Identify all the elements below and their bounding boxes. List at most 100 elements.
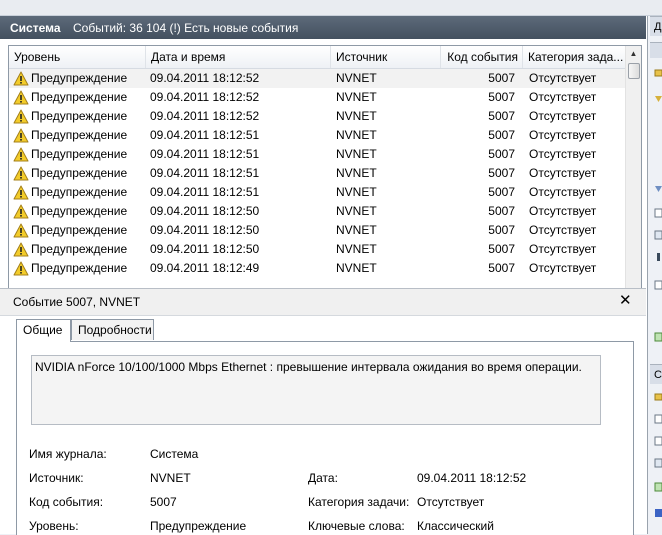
action-icon[interactable]: [654, 208, 662, 218]
row-category: Отсутствует: [529, 261, 597, 275]
row-date: 09.04.2011 18:12:51: [150, 128, 260, 142]
row-level: Предупреждение: [31, 223, 128, 237]
table-row[interactable]: Предупреждение 09.04.2011 18:12:52 NVNET 50…: [9, 69, 626, 88]
event-message-text: NVIDIA nForce 10/100/1000 Mbps Ethernet …: [35, 360, 582, 374]
event-list[interactable]: Уровень Дата и время Источник Код событи…: [8, 45, 642, 299]
row-source: NVNET: [336, 90, 377, 104]
row-event-id: 5007: [488, 90, 515, 104]
row-event-id: 5007: [488, 71, 515, 85]
table-row[interactable]: Предупреждение 09.04.2011 18:12:51 NVNET 50…: [9, 145, 626, 164]
event-list-scrollbar[interactable]: ▲ ▼: [625, 46, 641, 298]
row-date: 09.04.2011 18:12:50: [150, 204, 260, 218]
row-category: Отсутствует: [529, 242, 597, 256]
actions-panel-header-2[interactable]: С: [650, 364, 662, 384]
actions-panel: Д С: [648, 16, 662, 534]
table-row[interactable]: Предупреждение 09.04.2011 18:12:51 NVNET 50…: [9, 164, 626, 183]
action-icon[interactable]: [654, 280, 662, 290]
row-source: NVNET: [336, 71, 377, 85]
action-icon[interactable]: [654, 508, 662, 518]
action-icon[interactable]: [654, 252, 662, 262]
close-icon[interactable]: ✕: [619, 291, 632, 309]
actions-panel-header[interactable]: Д: [650, 16, 662, 36]
warning-icon: [13, 90, 29, 105]
event-count-status: Событий: 36 104 (!) Есть новые события: [73, 21, 299, 35]
actions-panel-subheader[interactable]: [650, 42, 662, 58]
action-icon[interactable]: [654, 436, 662, 446]
keywords-value: Классический: [417, 519, 494, 533]
window-top-strip: [0, 0, 662, 16]
row-event-id: 5007: [488, 223, 515, 237]
row-event-id: 5007: [488, 109, 515, 123]
row-level: Предупреждение: [31, 90, 128, 104]
row-source: NVNET: [336, 166, 377, 180]
warning-icon: [13, 147, 29, 162]
table-row[interactable]: Предупреждение 09.04.2011 18:12:52 NVNET 50…: [9, 88, 626, 107]
tab-general[interactable]: Общие: [16, 319, 71, 342]
column-header-level[interactable]: Уровень: [9, 46, 146, 68]
action-icon[interactable]: [654, 482, 662, 492]
row-date: 09.04.2011 18:12:52: [150, 109, 260, 123]
row-source: NVNET: [336, 185, 377, 199]
action-icon[interactable]: [654, 94, 662, 104]
level-value: Предупреждение: [150, 519, 247, 533]
row-category: Отсутствует: [529, 185, 597, 199]
action-icon[interactable]: [654, 392, 662, 402]
task-category-label: Категория задачи:: [308, 495, 410, 509]
row-category: Отсутствует: [529, 109, 597, 123]
log-name-value: Система: [150, 447, 199, 461]
table-row[interactable]: Предупреждение 09.04.2011 18:12:50 NVNET 50…: [9, 202, 626, 221]
log-name-title: Система: [10, 21, 61, 35]
warning-icon: [13, 109, 29, 124]
table-row[interactable]: Предупреждение 09.04.2011 18:12:50 NVNET 50…: [9, 240, 626, 259]
row-date: 09.04.2011 18:12:50: [150, 223, 260, 237]
keywords-label: Ключевые слова:: [308, 519, 405, 533]
row-source: NVNET: [336, 242, 377, 256]
action-icon[interactable]: [654, 230, 662, 240]
tab-details[interactable]: Подробности: [71, 319, 154, 340]
log-name-label: Имя журнала:: [29, 447, 107, 461]
action-icon[interactable]: [654, 68, 662, 78]
row-source: NVNET: [336, 109, 377, 123]
event-message-box[interactable]: NVIDIA nForce 10/100/1000 Mbps Ethernet …: [31, 355, 601, 425]
warning-icon: [13, 71, 29, 86]
table-row[interactable]: Предупреждение 09.04.2011 18:12:52 NVNET 50…: [9, 107, 626, 126]
warning-icon: [13, 185, 29, 200]
row-level: Предупреждение: [31, 109, 128, 123]
warning-icon: [13, 242, 29, 257]
table-row[interactable]: Предупреждение 09.04.2011 18:12:51 NVNET 50…: [9, 183, 626, 202]
warning-icon: [13, 128, 29, 143]
scrollbar-thumb[interactable]: [628, 63, 640, 79]
level-label: Уровень:: [29, 519, 79, 533]
action-icon[interactable]: [654, 184, 662, 194]
scroll-up-arrow-icon[interactable]: ▲: [626, 46, 641, 61]
row-category: Отсутствует: [529, 71, 597, 85]
column-header-date[interactable]: Дата и время: [146, 46, 331, 68]
row-level: Предупреждение: [31, 147, 128, 161]
row-category: Отсутствует: [529, 223, 597, 237]
row-source: NVNET: [336, 128, 377, 142]
row-level: Предупреждение: [31, 128, 128, 142]
column-header-event-id[interactable]: Код события: [441, 46, 523, 68]
row-source: NVNET: [336, 204, 377, 218]
table-row[interactable]: Предупреждение 09.04.2011 18:12:49 NVNET 50…: [9, 259, 626, 278]
table-row[interactable]: Предупреждение 09.04.2011 18:12:51 NVNET 50…: [9, 126, 626, 145]
row-category: Отсутствует: [529, 166, 597, 180]
action-icon[interactable]: [654, 414, 662, 424]
row-date: 09.04.2011 18:12:50: [150, 242, 260, 256]
row-level: Предупреждение: [31, 242, 128, 256]
table-row[interactable]: Предупреждение 09.04.2011 18:12:50 NVNET 50…: [9, 221, 626, 240]
event-id-label: Код события:: [29, 495, 104, 509]
date-value: 09.04.2011 18:12:52: [417, 471, 527, 485]
row-date: 09.04.2011 18:12:52: [150, 71, 260, 85]
action-icon[interactable]: [654, 458, 662, 468]
column-header-task-category[interactable]: Категория зада...: [523, 46, 626, 68]
row-level: Предупреждение: [31, 261, 128, 275]
row-event-id: 5007: [488, 128, 515, 142]
task-category-value: Отсутствует: [417, 495, 485, 509]
event-detail-titlebar: Событие 5007, NVNET ✕: [0, 288, 646, 316]
action-icon[interactable]: [654, 332, 662, 342]
source-label: Источник:: [29, 471, 84, 485]
column-header-source[interactable]: Источник: [331, 46, 441, 68]
row-level: Предупреждение: [31, 185, 128, 199]
row-level: Предупреждение: [31, 204, 128, 218]
